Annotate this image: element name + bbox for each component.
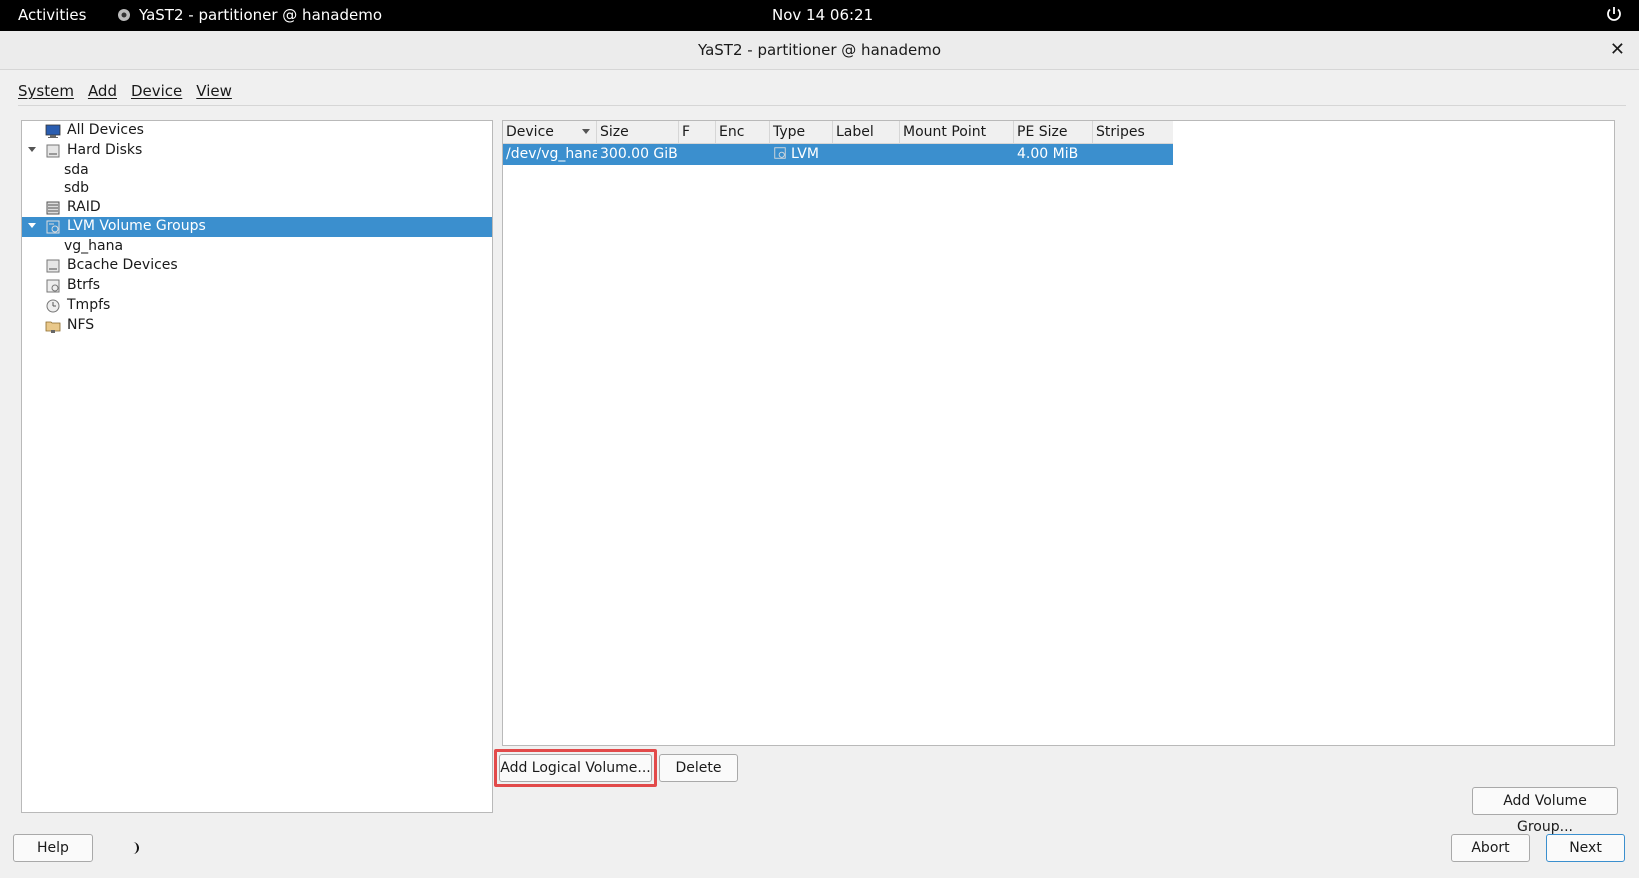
tree-item-lvm-volume-groups[interactable]: LVM Volume Groups xyxy=(22,217,492,237)
column-header-type[interactable]: Type xyxy=(770,121,833,143)
cell-label xyxy=(833,144,900,165)
cell-device: /dev/vg_hana xyxy=(506,146,597,162)
hard-disk-icon xyxy=(46,144,60,158)
tree-item-label: sda xyxy=(64,162,89,178)
delete-button[interactable]: Delete xyxy=(659,754,738,782)
lvm-icon xyxy=(774,147,786,159)
tree-item-label: LVM Volume Groups xyxy=(67,218,206,234)
bcache-icon xyxy=(46,259,60,273)
tree-item-label: sdb xyxy=(64,180,90,196)
cell-type: LVM xyxy=(770,144,833,165)
tree-item-label: vg_hana xyxy=(64,238,124,254)
expand-arrow-icon[interactable] xyxy=(28,223,36,228)
menu-bar: System Add Device View xyxy=(18,82,232,100)
btrfs-icon xyxy=(46,279,60,293)
tree-item-nfs[interactable]: NFS xyxy=(22,316,492,336)
tree-item-hard-disks[interactable]: Hard Disks xyxy=(22,141,492,161)
column-header-size[interactable]: Size xyxy=(597,121,679,143)
tree-item-raid[interactable]: RAID xyxy=(22,198,492,218)
tree-item-bcache-devices[interactable]: Bcache Devices xyxy=(22,256,492,276)
column-header-f[interactable]: F xyxy=(679,121,716,143)
gnome-top-bar: Activities YaST2 - partitioner @ hanadem… xyxy=(0,0,1639,31)
tree-item-vg-hana[interactable]: vg_hana xyxy=(22,237,492,257)
monitor-icon xyxy=(45,124,61,138)
device-tree[interactable]: All Devices Hard Disks sda sdb RAID LVM … xyxy=(21,120,493,813)
menu-system[interactable]: System xyxy=(18,82,74,100)
menu-add[interactable]: Add xyxy=(88,82,117,100)
tree-item-label: All Devices xyxy=(67,122,144,138)
tree-item-btrfs[interactable]: Btrfs xyxy=(22,276,492,296)
raid-icon xyxy=(46,201,60,215)
app-name: YaST2 - partitioner @ hanademo xyxy=(139,6,382,24)
tree-item-label: Tmpfs xyxy=(67,297,111,313)
abort-button[interactable]: Abort xyxy=(1451,834,1530,862)
menu-separator xyxy=(18,105,1626,106)
clock[interactable]: Nov 14 06:21 xyxy=(772,6,873,24)
tree-item-sda[interactable]: sda xyxy=(22,161,492,181)
activities-button[interactable]: Activities xyxy=(18,6,86,24)
window-title: YaST2 - partitioner @ hanademo xyxy=(698,41,941,59)
column-header-pe-size[interactable]: PE Size xyxy=(1014,121,1093,143)
menu-view[interactable]: View xyxy=(196,82,232,100)
next-button[interactable]: Next xyxy=(1546,834,1625,862)
lvm-icon xyxy=(46,220,60,234)
tree-item-tmpfs[interactable]: Tmpfs xyxy=(22,296,492,316)
column-header-stripes[interactable]: Stripes xyxy=(1093,121,1173,143)
tree-item-all-devices[interactable]: All Devices xyxy=(22,121,492,141)
cell-enc xyxy=(716,144,770,165)
cell-f xyxy=(679,144,716,165)
device-table[interactable]: Device Size F Enc Type Label Mount Point… xyxy=(502,120,1615,746)
dark-mode-icon[interactable] xyxy=(126,841,140,855)
tree-item-label: Bcache Devices xyxy=(67,257,178,273)
close-icon[interactable]: ✕ xyxy=(1610,39,1625,60)
expand-arrow-icon[interactable] xyxy=(28,147,36,152)
add-volume-group-button[interactable]: Add Volume Group... xyxy=(1472,787,1618,835)
column-header-mount-point[interactable]: Mount Point xyxy=(900,121,1014,143)
table-header: Device Size F Enc Type Label Mount Point… xyxy=(503,121,1173,144)
cell-mount-point xyxy=(900,144,1014,165)
cell-type-label: LVM xyxy=(791,146,819,162)
tree-item-label: Hard Disks xyxy=(67,142,143,158)
cell-pe-size: 4.00 MiB xyxy=(1017,146,1079,162)
nfs-icon xyxy=(45,321,61,333)
column-header-enc[interactable]: Enc xyxy=(716,121,770,143)
column-header-device[interactable]: Device xyxy=(503,121,597,143)
column-header-label[interactable]: Label xyxy=(833,121,900,143)
power-icon[interactable] xyxy=(1605,5,1623,23)
help-button[interactable]: Help xyxy=(13,834,93,862)
tree-item-label: RAID xyxy=(67,199,101,215)
tree-item-label: NFS xyxy=(67,317,95,333)
tmpfs-icon xyxy=(46,299,60,313)
tree-item-sdb[interactable]: sdb xyxy=(22,179,492,199)
yast-app-icon xyxy=(118,9,130,21)
window-title-bar: YaST2 - partitioner @ hanademo ✕ xyxy=(0,31,1639,70)
sort-arrow-icon xyxy=(582,129,590,134)
cell-stripes xyxy=(1093,144,1173,165)
table-row[interactable]: /dev/vg_hana 300.00 GiB LVM 4.00 MiB xyxy=(503,144,1173,165)
tree-item-label: Btrfs xyxy=(67,277,101,293)
app-menu[interactable]: YaST2 - partitioner @ hanademo xyxy=(117,6,382,24)
add-logical-volume-button[interactable]: Add Logical Volume... xyxy=(499,754,652,782)
cell-size: 300.00 GiB xyxy=(600,146,678,162)
menu-device[interactable]: Device xyxy=(131,82,182,100)
